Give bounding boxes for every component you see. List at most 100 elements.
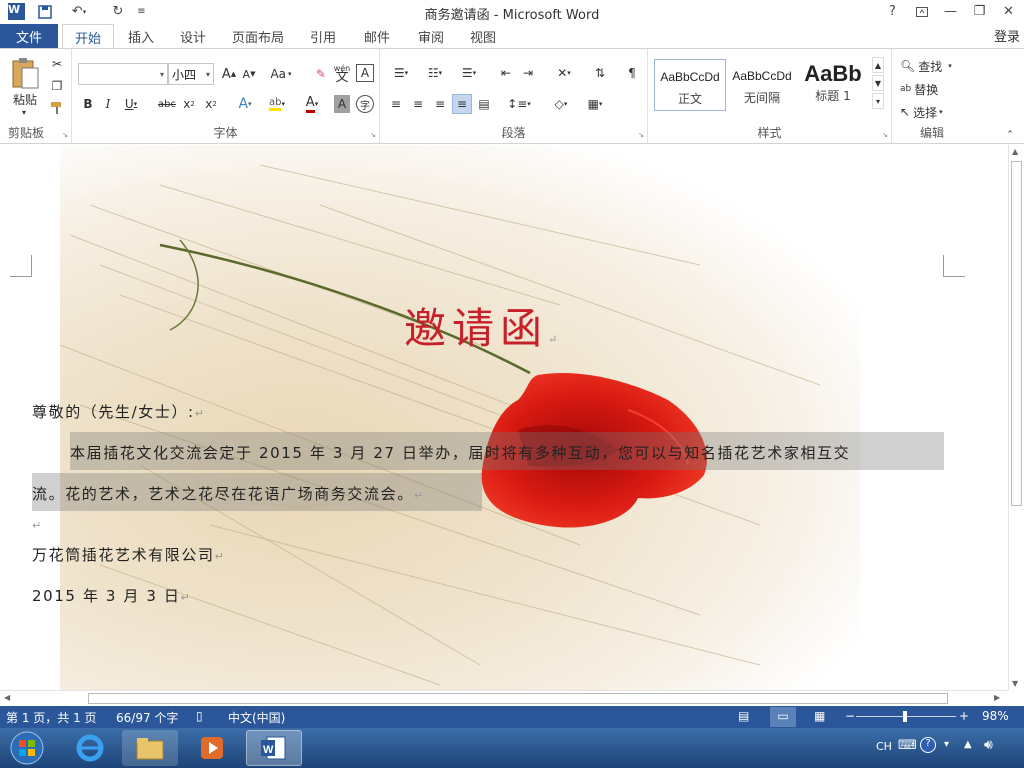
keyboard-icon[interactable]: ⌨	[898, 738, 917, 753]
zoom-in-icon[interactable]: +	[959, 709, 969, 723]
start-button[interactable]	[2, 730, 52, 766]
web-layout-icon[interactable]: ▦	[814, 709, 825, 723]
minimize-icon[interactable]: —	[942, 3, 959, 20]
font-name-combo[interactable]: ▾	[78, 63, 168, 85]
empty-paragraph[interactable]: ↵	[32, 515, 43, 533]
volume-icon[interactable]: 🔊︎	[984, 737, 993, 753]
increase-indent-icon[interactable]: ⇥	[518, 64, 538, 82]
copy-icon[interactable]: ❐	[48, 77, 66, 95]
zoom-level[interactable]: 98%	[982, 709, 1009, 723]
line-spacing-icon[interactable]: ↕≡ ▾	[504, 95, 534, 113]
ribbon-display-options-icon[interactable]	[913, 3, 930, 20]
language-bar-options-icon[interactable]: ▾	[944, 739, 949, 750]
file-explorer-icon[interactable]	[122, 730, 178, 766]
enclose-characters-icon[interactable]: 字	[356, 95, 374, 113]
borders-icon[interactable]: ▦ ▾	[580, 95, 610, 113]
character-border-icon[interactable]: A	[356, 64, 374, 82]
scroll-left-icon[interactable]: ◀	[4, 693, 10, 702]
change-case-button[interactable]: Aa ▾	[268, 64, 294, 84]
zoom-slider-thumb[interactable]	[902, 711, 907, 722]
body-paragraph-line-2[interactable]: 流。花的艺术，艺术之花尽在花语广场商务交流会。↵	[32, 483, 425, 504]
multilevel-list-icon[interactable]: ☰ ▾	[454, 64, 484, 82]
word-count[interactable]: 66/97 个字	[116, 709, 178, 726]
media-player-icon[interactable]	[184, 730, 240, 766]
style-normal[interactable]: AaBbCcDd 正文	[654, 59, 726, 111]
numbering-icon[interactable]: ☷ ▾	[420, 64, 450, 82]
zoom-out-icon[interactable]: −	[845, 709, 855, 723]
scroll-up-icon[interactable]: ▲	[1012, 147, 1018, 156]
show-hide-marks-icon[interactable]: ¶	[622, 64, 642, 82]
align-center-icon[interactable]: ≡	[408, 95, 428, 113]
shading-icon[interactable]: ◇ ▾	[546, 95, 576, 113]
format-painter-icon[interactable]	[48, 99, 66, 117]
subscript-button[interactable]: x2	[180, 95, 198, 113]
date-paragraph[interactable]: 2015 年 3 月 3 日↵	[32, 585, 191, 606]
align-right-icon[interactable]: ≡	[430, 95, 450, 113]
horizontal-scrollbar[interactable]: ◀ ▶	[0, 690, 1008, 706]
style-heading-1[interactable]: AaBb 标题 1	[800, 59, 866, 111]
italic-button[interactable]: I	[100, 95, 116, 113]
cut-icon[interactable]: ✂	[48, 55, 66, 73]
close-icon[interactable]: ✕	[1000, 3, 1017, 20]
language-indicator[interactable]: 中文(中国)	[228, 709, 285, 726]
paste-dropdown-icon[interactable]: ▾	[18, 107, 30, 117]
login-link[interactable]: 登录	[994, 26, 1020, 45]
styles-scroll-up-icon[interactable]: ▲	[872, 57, 884, 73]
underline-button[interactable]: U ▾	[120, 95, 142, 113]
text-effects-icon[interactable]: A ▾	[232, 95, 258, 113]
justify-icon[interactable]: ≡	[452, 94, 472, 114]
tab-review[interactable]: 审阅	[410, 24, 452, 48]
tab-home[interactable]: 开始	[62, 24, 114, 49]
document-area[interactable]: 邀请函↵ 尊敬的（先生/女士）:↵ 本届插花文化交流会定于 2015 年 3 月…	[0, 145, 1008, 690]
align-left-icon[interactable]: ≡	[386, 95, 406, 113]
tab-design[interactable]: 设计	[172, 24, 214, 48]
highlight-color-icon[interactable]: ab ▾	[264, 95, 290, 113]
page-count[interactable]: 第 1 页，共 1 页	[6, 709, 97, 726]
font-size-combo[interactable]: 小四 ▾	[168, 63, 214, 85]
paragraph-launcher-icon[interactable]: ↘	[637, 131, 645, 139]
font-launcher-icon[interactable]: ↘	[369, 131, 377, 139]
restore-icon[interactable]: ❐	[971, 3, 988, 20]
proofing-icon[interactable]: ▯	[196, 709, 203, 723]
select-button[interactable]: ↖ 选择 ▾	[900, 103, 970, 121]
salutation-paragraph[interactable]: 尊敬的（先生/女士）:↵	[32, 401, 206, 422]
ime-indicator[interactable]: CH	[876, 740, 892, 753]
styles-more-icon[interactable]: ▾	[872, 93, 884, 109]
distributed-icon[interactable]: ▤	[474, 95, 494, 113]
styles-scroll-down-icon[interactable]: ▼	[872, 75, 884, 91]
character-shading-icon[interactable]: A	[334, 95, 350, 113]
help-button[interactable]: ?	[884, 3, 901, 20]
internet-explorer-icon[interactable]	[62, 730, 118, 766]
vertical-scrollbar[interactable]: ▲ ▼	[1008, 145, 1024, 690]
body-paragraph-line-1[interactable]: 本届插花文化交流会定于 2015 年 3 月 27 日举办，届时将有多种互动，您…	[70, 442, 850, 463]
find-button[interactable]: 🔍︎ 查找 ▾	[900, 57, 970, 75]
tab-file[interactable]: 文件	[0, 24, 58, 48]
tab-page-layout[interactable]: 页面布局	[226, 24, 290, 48]
grow-font-icon[interactable]: A ▲	[220, 64, 238, 84]
tab-references[interactable]: 引用	[302, 24, 344, 48]
read-mode-icon[interactable]: ▤	[738, 709, 749, 723]
font-color-icon[interactable]: A ▾	[298, 95, 326, 113]
help-icon[interactable]: ?	[920, 737, 936, 753]
chinese-layout-icon[interactable]: ✕ ▾	[550, 64, 578, 82]
show-hidden-icons-icon[interactable]: ▲	[964, 739, 972, 750]
styles-launcher-icon[interactable]: ↘	[881, 131, 889, 139]
horizontal-scroll-thumb[interactable]	[88, 693, 948, 704]
decrease-indent-icon[interactable]: ⇤	[496, 64, 516, 82]
bullets-icon[interactable]: ☰ ▾	[386, 64, 416, 82]
print-layout-icon[interactable]: ▭	[770, 707, 796, 727]
tab-insert[interactable]: 插入	[120, 24, 162, 48]
paste-button[interactable]: 粘贴	[4, 91, 46, 107]
bold-button[interactable]: B	[80, 95, 96, 113]
replace-button[interactable]: ab 替换	[900, 80, 970, 98]
collapse-ribbon-icon[interactable]: ⌃	[1004, 129, 1016, 141]
vertical-scroll-thumb[interactable]	[1011, 161, 1022, 506]
phonetic-guide-button[interactable]: wén 文	[332, 61, 352, 85]
superscript-button[interactable]: x2	[202, 95, 220, 113]
company-paragraph[interactable]: 万花筒插花艺术有限公司↵	[32, 544, 225, 565]
strikethrough-button[interactable]: abc	[156, 95, 178, 113]
scroll-down-icon[interactable]: ▼	[1012, 679, 1018, 688]
clear-formatting-icon[interactable]: ✎	[312, 64, 330, 84]
shrink-font-icon[interactable]: A ▼	[240, 64, 258, 84]
tab-view[interactable]: 视图	[462, 24, 504, 48]
